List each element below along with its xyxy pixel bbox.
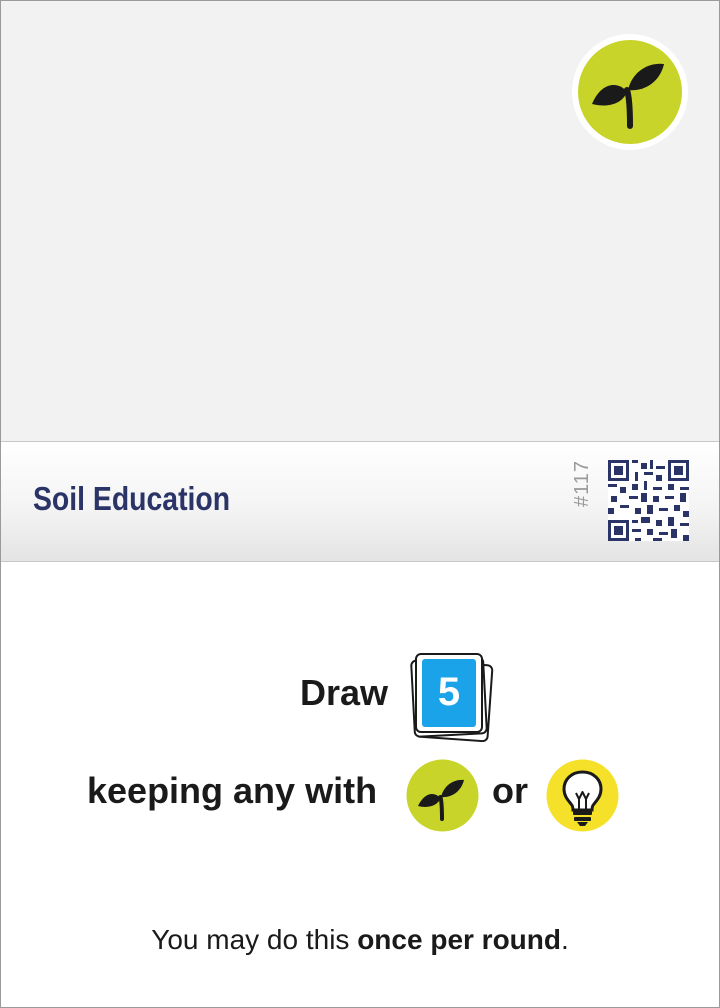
title-bar: Soil Education #117 bbox=[1, 442, 719, 562]
keep-label: keeping any with bbox=[87, 770, 378, 811]
draw-deck-icon: 5 bbox=[405, 650, 495, 743]
card-art-area bbox=[1, 1, 719, 442]
draw-label: Draw bbox=[300, 672, 389, 713]
limit-prefix: You may do this bbox=[151, 924, 358, 955]
sprout-icon bbox=[578, 40, 682, 144]
or-label: or bbox=[492, 770, 528, 811]
sprout-icon bbox=[406, 759, 479, 832]
game-card[interactable]: Soil Education #117 Draw 5 keeping any w… bbox=[0, 0, 720, 1008]
lightbulb-icon bbox=[546, 759, 619, 832]
draw-count: 5 bbox=[437, 670, 461, 714]
usage-limit-text: You may do this once per round. bbox=[1, 924, 719, 956]
limit-emphasis: once per round bbox=[357, 924, 561, 955]
limit-suffix: . bbox=[561, 924, 569, 955]
card-title: Soil Education bbox=[33, 480, 231, 517]
card-number: #117 bbox=[571, 460, 593, 508]
qr-code bbox=[608, 460, 689, 541]
tag-badge bbox=[572, 34, 688, 150]
ability-text-area: Draw 5 keeping any with or You may do th… bbox=[1, 562, 719, 1007]
